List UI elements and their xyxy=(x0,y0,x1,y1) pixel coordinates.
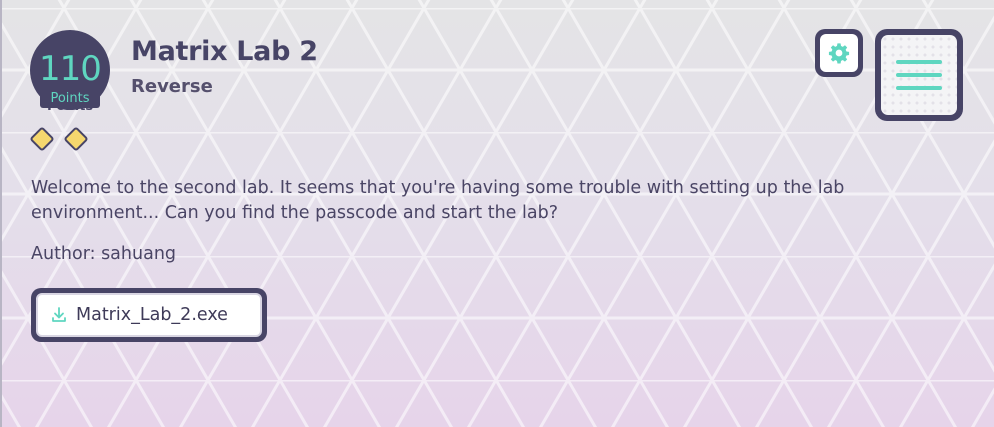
menu-button-inner[interactable] xyxy=(881,35,957,115)
download-file-inner[interactable]: Matrix_Lab_2.exe xyxy=(36,293,262,337)
challenge-author: Author: sahuang xyxy=(31,244,177,264)
points-label-shadow: Points xyxy=(46,103,94,111)
difficulty-diamond-icon xyxy=(63,126,89,152)
difficulty-diamond-icon xyxy=(29,126,55,152)
settings-button-inner[interactable] xyxy=(820,34,858,72)
points-value: 110 xyxy=(39,49,102,89)
left-edge-border xyxy=(0,0,2,427)
challenge-category: Reverse xyxy=(131,76,213,97)
download-file-button[interactable]: Matrix_Lab_2.exe xyxy=(31,288,267,342)
challenge-description: Welcome to the second lab. It seems that… xyxy=(31,178,845,223)
points-badge: 110 Points xyxy=(30,30,110,110)
settings-button[interactable] xyxy=(815,29,863,77)
download-icon xyxy=(52,307,66,322)
file-name-label: Matrix_Lab_2.exe xyxy=(76,305,228,325)
menu-button[interactable] xyxy=(875,29,963,121)
hamburger-menu-icon xyxy=(896,60,942,90)
gear-icon xyxy=(828,43,850,64)
challenge-title: Matrix Lab 2 xyxy=(131,36,318,67)
